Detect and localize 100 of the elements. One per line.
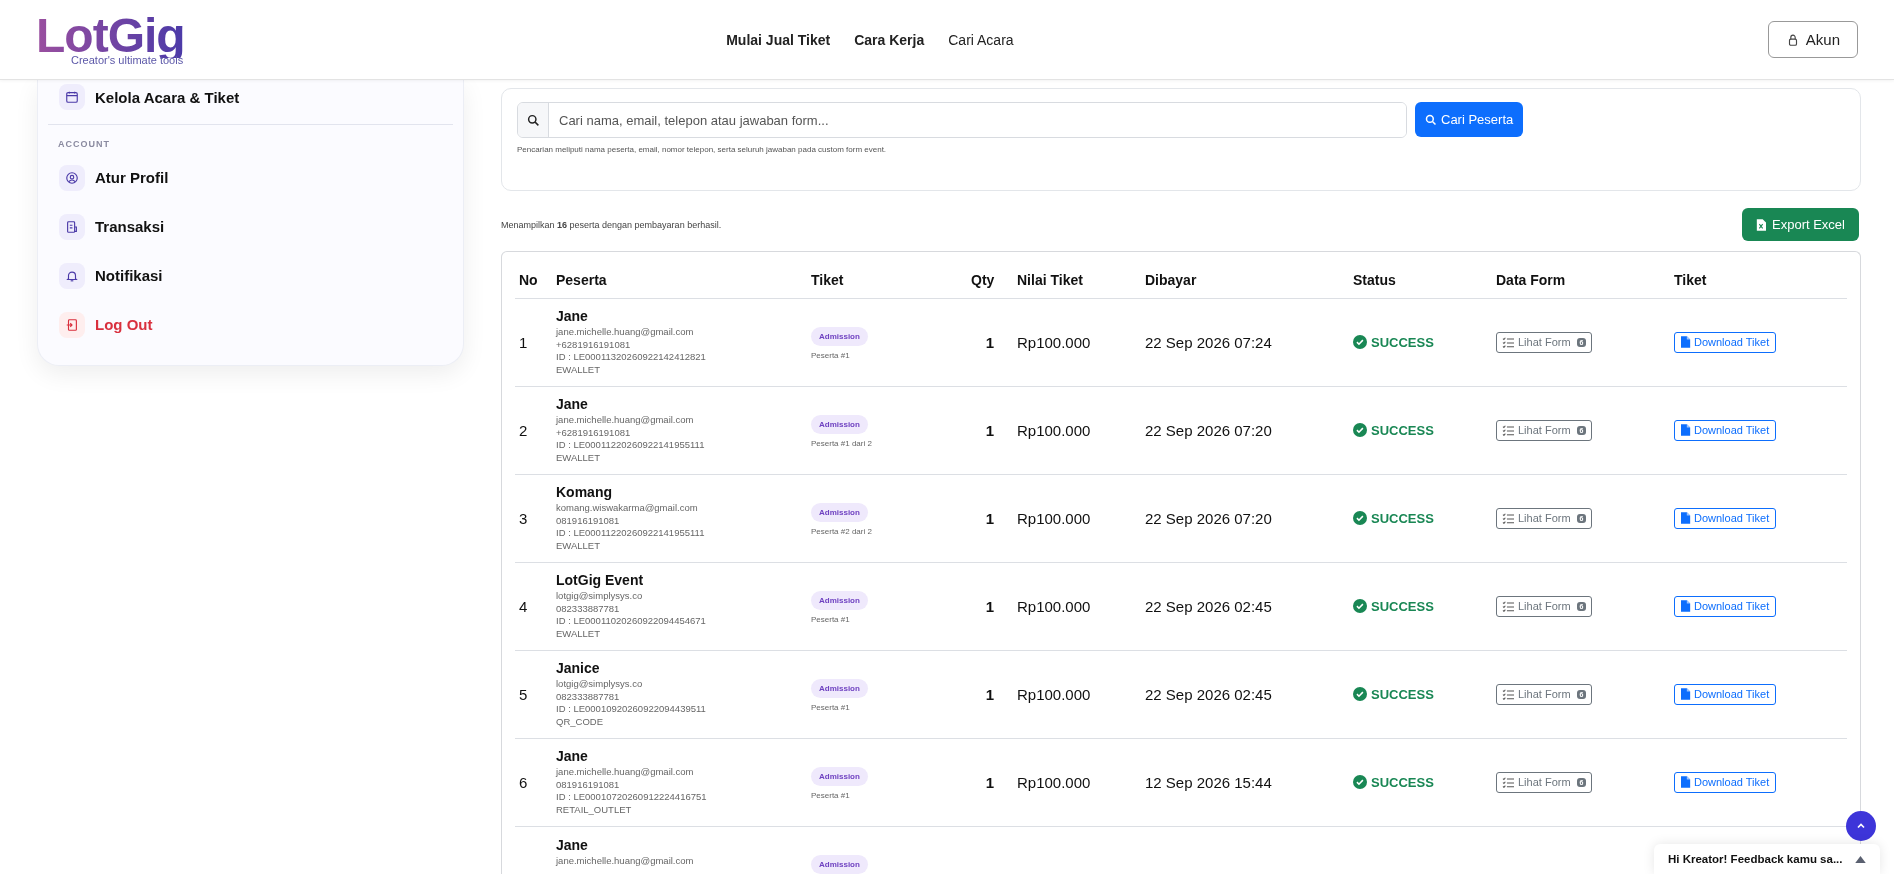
column-header: Tiket: [807, 262, 967, 298]
status-text: SUCCESS: [1371, 774, 1434, 790]
column-header: Peserta: [552, 262, 807, 298]
status-text: SUCCESS: [1371, 334, 1434, 350]
scroll-top-button[interactable]: [1846, 811, 1876, 841]
participant-name: Jane: [556, 836, 589, 853]
download-ticket-button[interactable]: Download Tiket: [1674, 507, 1777, 529]
ticket-price: Rp100.000: [1017, 597, 1091, 615]
participant-name: Jane: [556, 748, 589, 764]
search-field[interactable]: Cari nama, email, telepon atau jawaban form...: [517, 102, 1407, 138]
quantity: 1: [985, 421, 995, 439]
quantity: 1: [985, 773, 995, 791]
sidebar-item[interactable]: Kelola Acara & Tiket: [48, 80, 453, 114]
ticket-type-tag: Admission: [811, 766, 868, 786]
payment-method: EWALLET: [556, 451, 601, 464]
search-hint: Pencarian meliputi nama peserta, email, nomor telepon, serta seluruh jawaban pada custom form event.: [517, 145, 888, 154]
ticket-type-tag: Admission: [811, 854, 868, 874]
participant-email: lotgig@simplysys.co: [556, 590, 644, 603]
row-number: 4: [519, 597, 528, 615]
order-id: ID : LE00011320260922142412821: [556, 351, 707, 364]
participant-name: Jane: [556, 308, 589, 324]
check-circle-icon: [1353, 335, 1367, 349]
ticket-price: Rp100.000: [1017, 509, 1091, 527]
account-button[interactable]: Akun: [1767, 21, 1858, 58]
export-button[interactable]: Export Excel: [1742, 208, 1859, 241]
download-ticket-button[interactable]: Download Tiket: [1674, 771, 1777, 793]
participant-name: Komang: [556, 484, 613, 500]
sidebar-item[interactable]: Atur Profil: [48, 153, 453, 202]
nav-link[interactable]: Cara Kerja: [854, 31, 925, 48]
participant-email: jane.michelle.huang@gmail.com: [556, 414, 695, 427]
check-circle-icon: [1353, 511, 1367, 525]
participant-email: komang.wiswakarma@gmail.com: [556, 502, 699, 515]
ticket-type-tag: Admission: [811, 678, 868, 698]
result-summary: Menampilkan 16 peserta dengan pembayaran berhasil.: [501, 219, 722, 230]
search-icon: [1425, 113, 1437, 126]
column-header: Qty: [967, 262, 1013, 298]
sidebar-item[interactable]: Log Out: [48, 300, 453, 349]
ticket-note: Peserta #1: [811, 614, 851, 624]
participant-phone: 081916191081: [556, 778, 621, 791]
pdf-file-icon: [1681, 600, 1691, 612]
feedback-title: Hi Kreator! Feedback kamu sa...: [1668, 853, 1843, 865]
order-id: ID : LE00011220260922141955111: [556, 439, 706, 452]
ticket-type-tag: Admission: [811, 414, 868, 434]
paid-date: 22 Sep 2026 02:45: [1145, 597, 1272, 615]
checklist-icon: [1502, 688, 1515, 700]
pdf-file-icon: [1681, 512, 1691, 524]
ticket-note: Peserta #1: [811, 790, 851, 800]
ticket-price: Rp100.000: [1017, 773, 1091, 791]
ticket-note: Peserta #1 dari 2: [811, 438, 873, 448]
row-number: 6: [519, 773, 528, 791]
nav-link[interactable]: Cari Acara: [948, 31, 1014, 48]
pdf-file-icon: [1681, 688, 1691, 700]
ticket-price: Rp100.000: [1017, 333, 1091, 351]
checklist-icon: [1502, 424, 1515, 436]
ticket-price: Rp100.000: [1017, 421, 1091, 439]
check-circle-icon: [1353, 599, 1367, 613]
sidebar-item[interactable]: Transaksi: [48, 202, 453, 251]
order-id: ID : LE00011220260922141955111: [556, 527, 706, 540]
paid-date: 22 Sep 2026 02:45: [1145, 685, 1272, 703]
participant-phone: 081916191081: [556, 514, 621, 527]
paid-date: 12 Sep 2026 15:44: [1145, 773, 1272, 791]
status-text: SUCCESS: [1371, 422, 1434, 438]
participant-email: jane.michelle.huang@gmail.com: [556, 326, 695, 339]
order-id: ID : LE00010720260912224416751: [556, 791, 708, 804]
ticket-type-tag: Admission: [811, 502, 868, 522]
payment-method: EWALLET: [556, 363, 601, 376]
pdf-file-icon: [1681, 336, 1691, 348]
participant-email: jane.michelle.huang@gmail.com: [556, 766, 695, 779]
nav-link[interactable]: Mulai Jual Tiket: [726, 31, 831, 48]
row-number: 5: [519, 685, 528, 703]
checklist-icon: [1502, 336, 1515, 348]
quantity: 1: [985, 597, 995, 615]
checklist-icon: [1502, 776, 1515, 788]
download-ticket-button[interactable]: Download Tiket: [1674, 419, 1777, 441]
sidebar-item[interactable]: Notifikasi: [48, 251, 453, 300]
column-header: Tiket: [1670, 262, 1847, 298]
ticket-type-tag: Admission: [811, 590, 868, 610]
participant-name: Jane: [556, 396, 589, 412]
calendar-icon: [59, 84, 85, 110]
download-ticket-button[interactable]: Download Tiket: [1674, 331, 1777, 353]
order-id: ID : LE00011020260922094454671: [556, 615, 707, 628]
download-ticket-button[interactable]: Download Tiket: [1674, 595, 1777, 617]
pdf-file-icon: [1681, 776, 1691, 788]
row-number: 1: [519, 333, 528, 351]
paid-date: 22 Sep 2026 07:20: [1145, 421, 1272, 439]
participant-phone: 082333887781: [556, 690, 621, 703]
participant-phone: +6281916191081: [556, 338, 632, 351]
row-number: 3: [519, 509, 528, 527]
payment-method: RETAIL_OUTLET: [556, 803, 633, 816]
ticket-price: Rp100.000: [1017, 685, 1091, 703]
receipt-icon: [59, 213, 85, 240]
search-icon: [518, 103, 549, 137]
feedback-widget[interactable]: Hi Kreator! Feedback kamu sa...: [1654, 844, 1880, 874]
column-header: No: [515, 262, 552, 298]
column-header: Dibayar: [1141, 262, 1349, 298]
search-button[interactable]: Cari Peserta: [1415, 102, 1524, 137]
row-number: 2: [519, 421, 528, 439]
ticket-note: Peserta #1: [811, 350, 851, 360]
quantity: 1: [985, 509, 995, 527]
download-ticket-button[interactable]: Download Tiket: [1674, 683, 1777, 705]
